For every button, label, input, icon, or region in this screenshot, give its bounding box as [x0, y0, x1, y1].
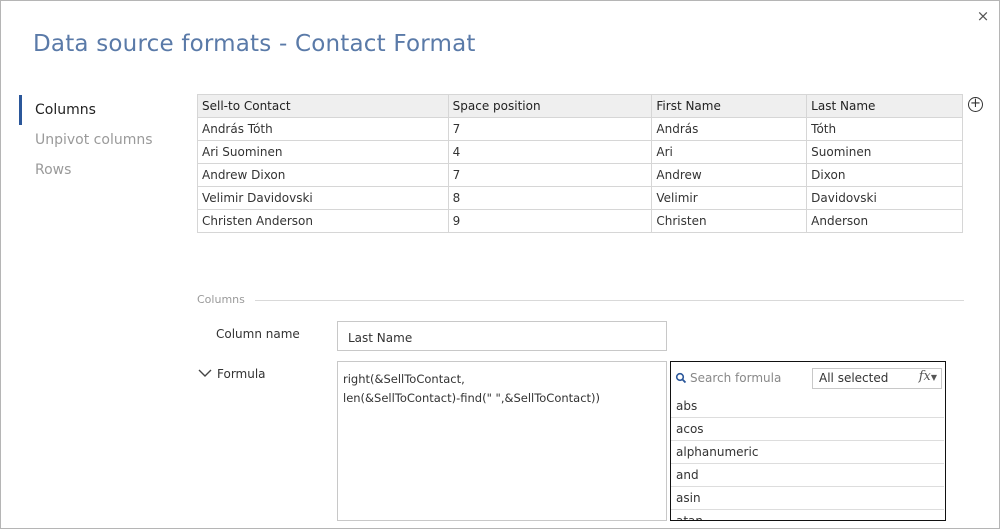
table-row: Ari Suominen 4 Ari Suominen [197, 140, 963, 164]
table-cell: Davidovski [806, 186, 963, 210]
table-cell: Christen Anderson [197, 209, 449, 233]
formula-line: len(&SellToContact)-find(" ",&SellToCont… [343, 391, 601, 405]
function-icon: fx▼ [919, 369, 937, 384]
function-list: abs acos alphanumeric and asin atan [671, 395, 944, 520]
table-cell: Velimir Davidovski [197, 186, 449, 210]
dialog-title: Data source formats - Contact Format [33, 31, 476, 57]
table-row: Christen Anderson 9 Christen Anderson [197, 209, 963, 233]
formula-editor[interactable]: right(&SellToContact, len(&SellToContact… [337, 361, 667, 521]
table-cell: Tóth [806, 117, 963, 141]
chevron-down-icon: ▼ [930, 373, 937, 382]
list-item[interactable]: atan [671, 510, 944, 520]
table-cell: Andrew [651, 163, 808, 187]
formula-search-input[interactable]: Search formula [675, 369, 781, 387]
table-cell: Christen [651, 209, 808, 233]
column-header[interactable]: First Name [651, 94, 808, 118]
table-cell: Andrew Dixon [197, 163, 449, 187]
table-cell: Ari [651, 140, 808, 164]
table-cell: Anderson [806, 209, 963, 233]
fx-label: fx [918, 369, 931, 384]
table-cell: 4 [447, 140, 653, 164]
column-header[interactable]: Sell-to Contact [197, 94, 449, 118]
list-item[interactable]: acos [671, 418, 944, 441]
section-divider [255, 300, 964, 301]
table-cell: András Tóth [197, 117, 449, 141]
close-button[interactable]: × [975, 7, 991, 25]
table-cell: Suominen [806, 140, 963, 164]
table-row: Velimir Davidovski 8 Velimir Davidovski [197, 186, 963, 210]
table-cell: 8 [447, 186, 653, 210]
nav-item-columns[interactable]: Columns [19, 95, 169, 125]
dialog-window: × Data source formats - Contact Format C… [0, 0, 1000, 529]
column-header[interactable]: Last Name [806, 94, 963, 118]
table-cell: 9 [447, 209, 653, 233]
chevron-down-icon[interactable] [197, 367, 213, 379]
table-cell: Velimir [651, 186, 808, 210]
filter-value: All selected [819, 371, 889, 385]
table-cell: 7 [447, 117, 653, 141]
column-header[interactable]: Space position [447, 94, 653, 118]
columns-section-label: Columns [197, 293, 245, 306]
formula-line: right(&SellToContact, [343, 372, 465, 386]
table-row: Andrew Dixon 7 Andrew Dixon [197, 163, 963, 187]
table-row: András Tóth 7 András Tóth [197, 117, 963, 141]
table-cell: András [651, 117, 808, 141]
add-column-button[interactable]: + [968, 97, 983, 112]
column-name-label: Column name [216, 327, 300, 341]
table-cell: Ari Suominen [197, 140, 449, 164]
preview-table: Sell-to Contact Space position First Nam… [197, 94, 963, 233]
category-filter-select[interactable]: All selected fx▼ [812, 368, 942, 389]
table-header-row: Sell-to Contact Space position First Nam… [197, 94, 963, 118]
column-name-input[interactable]: Last Name [337, 321, 667, 351]
search-icon [675, 372, 687, 384]
nav-item-rows[interactable]: Rows [19, 155, 169, 185]
side-nav: Columns Unpivot columns Rows [19, 95, 169, 185]
list-item[interactable]: asin [671, 487, 944, 510]
list-item[interactable]: and [671, 464, 944, 487]
table-cell: Dixon [806, 163, 963, 187]
search-placeholder: Search formula [690, 371, 782, 385]
list-item[interactable]: abs [671, 395, 944, 418]
list-item[interactable]: alphanumeric [671, 441, 944, 464]
formula-label[interactable]: Formula [217, 367, 266, 381]
formula-picker-panel: Search formula All selected fx▼ abs acos… [670, 361, 946, 521]
table-cell: 7 [447, 163, 653, 187]
nav-item-unpivot-columns[interactable]: Unpivot columns [19, 125, 169, 155]
